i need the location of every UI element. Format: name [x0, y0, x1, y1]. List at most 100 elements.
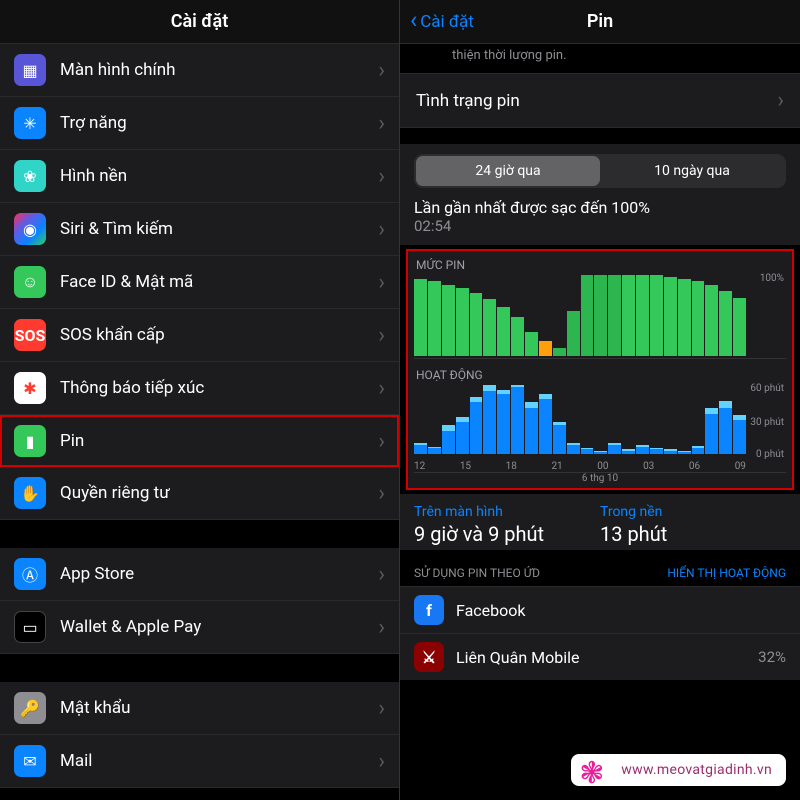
- activity-bar: [719, 401, 732, 454]
- xtick: 06: [689, 461, 700, 472]
- wlt-icon: ▭: [14, 611, 46, 643]
- level-bar: [622, 275, 635, 356]
- show-activity-button[interactable]: HIỂN THỊ HOẠT ĐỘNG: [667, 566, 786, 580]
- level-bar: [442, 285, 455, 356]
- level-bar: [553, 348, 566, 356]
- level-bar: [678, 279, 691, 356]
- xtick: 00: [597, 461, 608, 472]
- siri-icon: ◉: [14, 213, 46, 245]
- activity-bar: [567, 443, 580, 455]
- on-screen-label: Trên màn hình: [414, 504, 600, 520]
- chevron-right-icon: ›: [378, 270, 385, 295]
- app-name: Liên Quân Mobile: [456, 648, 746, 667]
- row-label: Siri & Tìm kiếm: [60, 219, 364, 239]
- activity-bar: [497, 390, 510, 454]
- settings-row-bat[interactable]: ▮Pin›: [0, 415, 399, 467]
- level-bar: [650, 275, 663, 356]
- row-label: Quyền riêng tư: [60, 483, 364, 503]
- activity-bar: [678, 451, 691, 454]
- usage-summary: Trên màn hình 9 giờ và 9 phút Trong nền …: [400, 494, 800, 550]
- chevron-right-icon: ›: [378, 749, 385, 774]
- level-bar: [608, 275, 621, 356]
- priv-icon: ✋: [14, 477, 46, 509]
- chevron-right-icon: ›: [378, 111, 385, 136]
- row-label: Pin: [60, 431, 364, 451]
- activity-chart: 60 phút 30 phút 0 phút 1215182100030609: [414, 385, 786, 473]
- tab-10d[interactable]: 10 ngày qua: [600, 156, 784, 186]
- wall-icon: ❀: [14, 160, 46, 192]
- battery-level-chart: 100%: [414, 275, 786, 359]
- activity-bar: [525, 402, 538, 454]
- activity-bar: [581, 448, 594, 454]
- xtick: 12: [414, 461, 425, 472]
- settings-row-face[interactable]: ☺Face ID & Mật mã›: [0, 256, 399, 309]
- chevron-right-icon: ›: [378, 217, 385, 242]
- chevron-right-icon: ›: [378, 323, 385, 348]
- activity-bar: [483, 385, 496, 454]
- background-label: Trong nền: [600, 504, 786, 520]
- activity-bar: [539, 394, 552, 454]
- activity-bar: [650, 448, 663, 454]
- level-bar: [705, 285, 718, 356]
- level-bar: [636, 275, 649, 356]
- activity-label: HOẠT ĐỘNG: [414, 365, 786, 385]
- level-bar: [470, 293, 483, 356]
- activity-bar: [442, 425, 455, 454]
- app-name: Facebook: [456, 601, 774, 620]
- row-label: SOS khẩn cấp: [60, 325, 364, 345]
- app-icon: f: [414, 595, 444, 625]
- level-bar: [664, 277, 677, 356]
- time-range-segmented[interactable]: 24 giờ qua 10 ngày qua: [414, 154, 786, 188]
- pwd-icon: 🔑: [14, 692, 46, 724]
- app-row[interactable]: ⚔Liên Quân Mobile32%: [400, 633, 800, 680]
- settings-row-app[interactable]: ⒶApp Store›: [0, 548, 399, 601]
- x-date: 6 thg 10: [414, 473, 786, 486]
- app-pct: 32%: [758, 648, 786, 666]
- level-bar: [719, 291, 732, 356]
- battery-panel: ‹ Cài đặt Pin thiện thời lượng pin. Tình…: [400, 0, 800, 800]
- settings-row-siri[interactable]: ◉ Siri & Tìm kiếm ›: [0, 203, 399, 256]
- watermark-text: www.meovatgiadinh.vn: [621, 762, 772, 778]
- back-button[interactable]: ‹ Cài đặt: [410, 11, 474, 32]
- settings-panel: Cài đặt ▦Màn hình chính›✳Trợ năng›❀Hình …: [0, 0, 400, 800]
- last-charge-time: 02:54: [400, 217, 800, 245]
- battery-health-label: Tình trạng pin: [416, 91, 520, 111]
- settings-row-wall[interactable]: ❀Hình nền›: [0, 150, 399, 203]
- page-title: Cài đặt: [171, 11, 229, 32]
- settings-row-mail[interactable]: ✉ Mail ›: [0, 735, 399, 788]
- back-label: Cài đặt: [420, 12, 474, 32]
- activity-bar: [636, 445, 649, 454]
- activity-bar: [608, 443, 621, 455]
- tab-24h[interactable]: 24 giờ qua: [416, 156, 600, 186]
- settings-row-home[interactable]: ▦Màn hình chính›: [0, 44, 399, 97]
- level-bar: [414, 279, 427, 356]
- settings-row-exp[interactable]: ✱Thông báo tiếp xúc›: [0, 362, 399, 415]
- chevron-right-icon: ›: [378, 481, 385, 506]
- chevron-right-icon: ›: [378, 696, 385, 721]
- settings-header: Cài đặt: [0, 0, 399, 44]
- settings-row-acc[interactable]: ✳Trợ năng›: [0, 97, 399, 150]
- settings-row-pwd[interactable]: 🔑Mật khẩu›: [0, 682, 399, 735]
- chevron-right-icon: ›: [378, 164, 385, 189]
- activity-bar: [470, 397, 483, 455]
- settings-row-priv[interactable]: ✋ Quyền riêng tư ›: [0, 467, 399, 520]
- app-row[interactable]: f Facebook: [400, 586, 800, 633]
- ytick-60: 60 phút: [750, 383, 784, 394]
- settings-row-wlt[interactable]: ▭Wallet & Apple Pay›: [0, 601, 399, 654]
- chevron-right-icon: ›: [378, 615, 385, 640]
- bat-icon: ▮: [14, 425, 46, 457]
- xtick: 09: [735, 461, 746, 472]
- level-bar: [497, 307, 510, 356]
- row-label: App Store: [60, 564, 364, 584]
- row-label: Trợ năng: [60, 113, 364, 133]
- row-label: Mail: [60, 751, 364, 771]
- background-value: 13 phút: [600, 522, 786, 546]
- mail-icon: ✉: [14, 745, 46, 777]
- activity-bar: [622, 449, 635, 454]
- chevron-right-icon: ›: [777, 88, 784, 113]
- settings-row-sos[interactable]: SOSSOS khẩn cấp›: [0, 309, 399, 362]
- battery-health-row[interactable]: Tình trạng pin ›: [400, 73, 800, 128]
- page-title: Pin: [587, 11, 613, 32]
- hint-text: thiện thời lượng pin.: [400, 44, 800, 73]
- on-screen-value: 9 giờ và 9 phút: [414, 522, 600, 546]
